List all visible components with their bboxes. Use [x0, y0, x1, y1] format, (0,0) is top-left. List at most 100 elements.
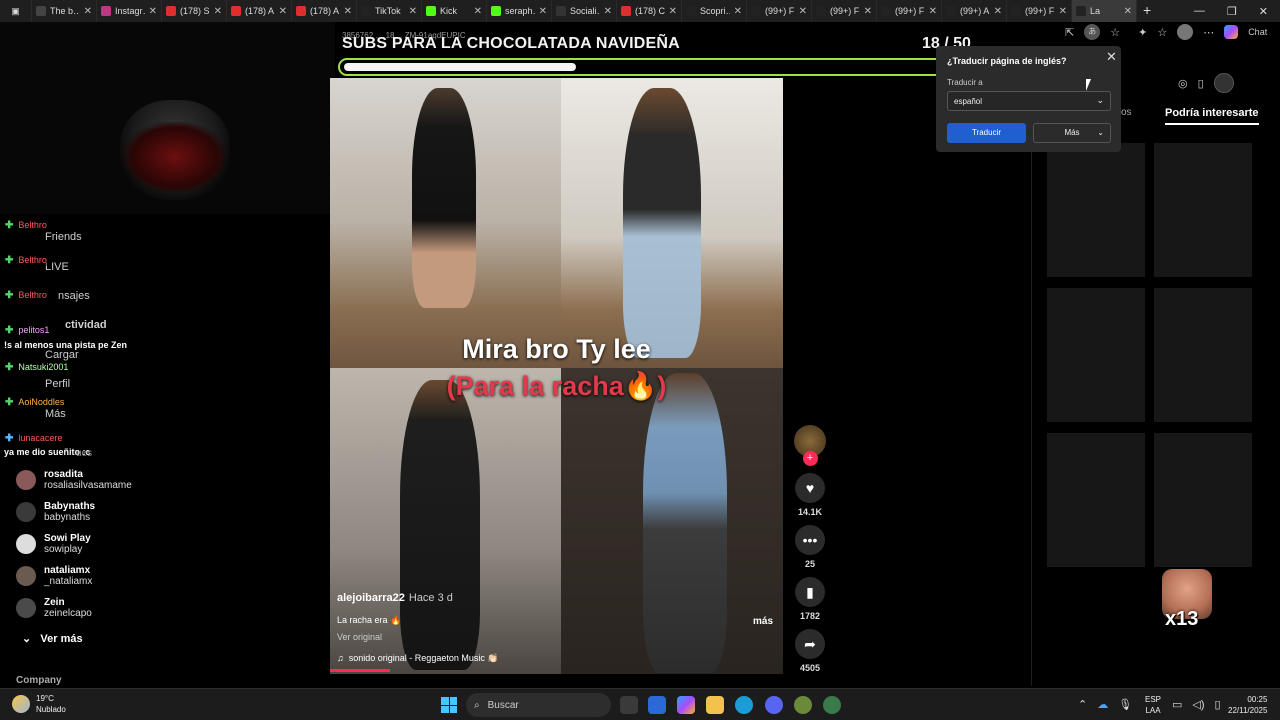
close-icon[interactable]: ✕: [1106, 49, 1117, 65]
tab-close-icon[interactable]: ✕: [799, 6, 807, 17]
following-account[interactable]: Sowi Play sowiplay: [16, 533, 91, 555]
tab-close-icon[interactable]: ✕: [864, 6, 872, 17]
store-icon[interactable]: [648, 696, 666, 714]
tab-close-icon[interactable]: ✕: [409, 6, 417, 17]
suggested-thumbnail[interactable]: [1047, 143, 1145, 277]
tab-close-icon[interactable]: ✕: [149, 6, 157, 17]
following-account[interactable]: Zein zeinelcapo: [16, 597, 92, 619]
tab-sidebar-toggle[interactable]: ▣: [0, 0, 32, 22]
battery-icon[interactable]: ▯: [1215, 698, 1221, 711]
browser-tab[interactable]: seraph… ✕: [487, 0, 552, 22]
see-more-link[interactable]: ⌄ Ver más: [22, 632, 83, 645]
nav-activity[interactable]: ctividad: [65, 319, 107, 331]
more-options-icon[interactable]: ⋯: [1203, 26, 1214, 39]
browser-tab[interactable]: The b… ✕: [32, 0, 97, 22]
video-author[interactable]: alejoibarra22 Hace 3 d: [337, 592, 453, 604]
translate-icon[interactable]: あ: [1084, 24, 1101, 40]
app-icon[interactable]: [794, 696, 812, 714]
comment-button[interactable]: ••• 25: [792, 525, 828, 569]
discord-icon[interactable]: [765, 696, 783, 714]
suggested-thumbnail[interactable]: [1047, 288, 1145, 422]
browser-tab[interactable]: (99+) F… ✕: [812, 0, 877, 22]
nav-more[interactable]: Más: [45, 408, 66, 420]
browser-tab[interactable]: Scopri… ✕: [682, 0, 747, 22]
video-player[interactable]: Mira bro Ty lee (Para la racha🔥) alejoib…: [330, 78, 783, 674]
suggested-thumbnail[interactable]: [1047, 433, 1145, 567]
browser-tab[interactable]: (178) A… ✕: [227, 0, 292, 22]
share-button[interactable]: ➦ 4505: [792, 629, 828, 673]
language-select[interactable]: español ⌄: [947, 91, 1111, 111]
open-in-app-icon[interactable]: ⇱: [1065, 26, 1074, 39]
profile-avatar[interactable]: [1177, 24, 1194, 40]
tab-close-icon[interactable]: ✕: [929, 6, 937, 17]
follow-plus-icon[interactable]: +: [802, 451, 818, 466]
chevron-up-icon[interactable]: ⌃: [1078, 698, 1087, 711]
copilot-app-icon[interactable]: [677, 696, 695, 714]
tab-partial[interactable]: os: [1121, 107, 1132, 118]
following-account[interactable]: rosadita rosaliasilvasamame: [16, 469, 132, 491]
browser-tab[interactable]: (99+) F… ✕: [877, 0, 942, 22]
browser-tab[interactable]: (178) A… ✕: [292, 0, 357, 22]
task-view-icon[interactable]: [620, 696, 638, 714]
nav-friends[interactable]: Friends: [45, 231, 82, 243]
tab-close-icon[interactable]: ✕: [734, 6, 742, 17]
restore-button[interactable]: ❐: [1227, 5, 1237, 18]
microphone-icon[interactable]: 🎙: [1118, 698, 1132, 711]
nav-messages[interactable]: nsajes: [58, 290, 90, 302]
tab-close-icon[interactable]: ✕: [604, 6, 612, 17]
following-account[interactable]: nataliamx _nataliamx: [16, 565, 92, 587]
suggested-thumbnail[interactable]: [1154, 288, 1252, 422]
user-avatar[interactable]: [1213, 73, 1234, 93]
edge-icon[interactable]: [735, 696, 753, 714]
copilot-icon[interactable]: [1224, 25, 1239, 39]
more-link[interactable]: más: [753, 616, 773, 627]
compass-icon[interactable]: ◎: [1178, 77, 1188, 90]
tab-close-icon[interactable]: ✕: [279, 6, 287, 17]
copilot-chat-label[interactable]: Chat: [1248, 27, 1267, 37]
creator-avatar-button[interactable]: +: [792, 425, 828, 466]
windows-start-icon[interactable]: [441, 697, 457, 713]
author-name[interactable]: alejoibarra22: [337, 592, 405, 604]
new-tab-button[interactable]: +: [1143, 2, 1151, 18]
network-icon[interactable]: ▭: [1172, 698, 1182, 711]
browser-tab[interactable]: (178) S… ✕: [162, 0, 227, 22]
volume-icon[interactable]: ◁): [1192, 698, 1204, 711]
browser-tab[interactable]: (99+) F… ✕: [1007, 0, 1072, 22]
browser-tab[interactable]: (99+) F… ✕: [747, 0, 812, 22]
tab-close-icon[interactable]: ✕: [1059, 6, 1067, 17]
nav-upload[interactable]: Cargar: [45, 349, 79, 361]
like-button[interactable]: ♥ 14.1K: [792, 473, 828, 517]
browser-tab[interactable]: (178) C… ✕: [617, 0, 682, 22]
close-window-button[interactable]: ✕: [1259, 5, 1268, 18]
tab-close-icon[interactable]: ✕: [214, 6, 222, 17]
favorites-icon[interactable]: ☆: [1157, 26, 1167, 39]
following-account[interactable]: Babynaths babynaths: [16, 501, 95, 523]
tab-close-icon[interactable]: ✕: [344, 6, 352, 17]
browser-tab[interactable]: Kick ✕: [422, 0, 487, 22]
tab-close-icon[interactable]: ✕: [84, 6, 92, 17]
browser-tab[interactable]: TikTok ✕: [357, 0, 422, 22]
browser-tab[interactable]: (99+) A… ✕: [942, 0, 1007, 22]
file-explorer-icon[interactable]: [706, 696, 724, 714]
tab-close-icon[interactable]: ✕: [539, 6, 547, 17]
see-original-link[interactable]: Ver original: [337, 632, 382, 642]
tab-close-icon[interactable]: ✕: [994, 6, 1002, 17]
translate-button[interactable]: Traducir: [947, 123, 1026, 143]
tab-close-icon[interactable]: ✕: [1124, 6, 1132, 17]
company-link[interactable]: Company: [16, 675, 62, 686]
taskbar-search[interactable]: ⌕ Buscar: [466, 693, 611, 717]
phone-icon[interactable]: ▯: [1198, 77, 1204, 90]
favorite-star-icon[interactable]: ☆: [1110, 26, 1120, 39]
tab-suggested[interactable]: Podría interesarte: [1165, 107, 1259, 125]
video-progress-bar[interactable]: [330, 669, 390, 672]
onedrive-icon[interactable]: ☁: [1097, 698, 1108, 711]
keyboard-language[interactable]: ESP LAA: [1145, 694, 1161, 716]
save-button[interactable]: ▮ 1782: [792, 577, 828, 621]
browser-tab[interactable]: Instagr… ✕: [97, 0, 162, 22]
weather-widget[interactable]: 19°C Nublado: [12, 693, 66, 715]
suggested-thumbnail[interactable]: [1154, 143, 1252, 277]
nav-profile[interactable]: Perfil: [45, 378, 70, 390]
tab-close-icon[interactable]: ✕: [474, 6, 482, 17]
more-button[interactable]: Más ⌄: [1033, 123, 1111, 143]
chrome-icon[interactable]: [823, 696, 841, 714]
